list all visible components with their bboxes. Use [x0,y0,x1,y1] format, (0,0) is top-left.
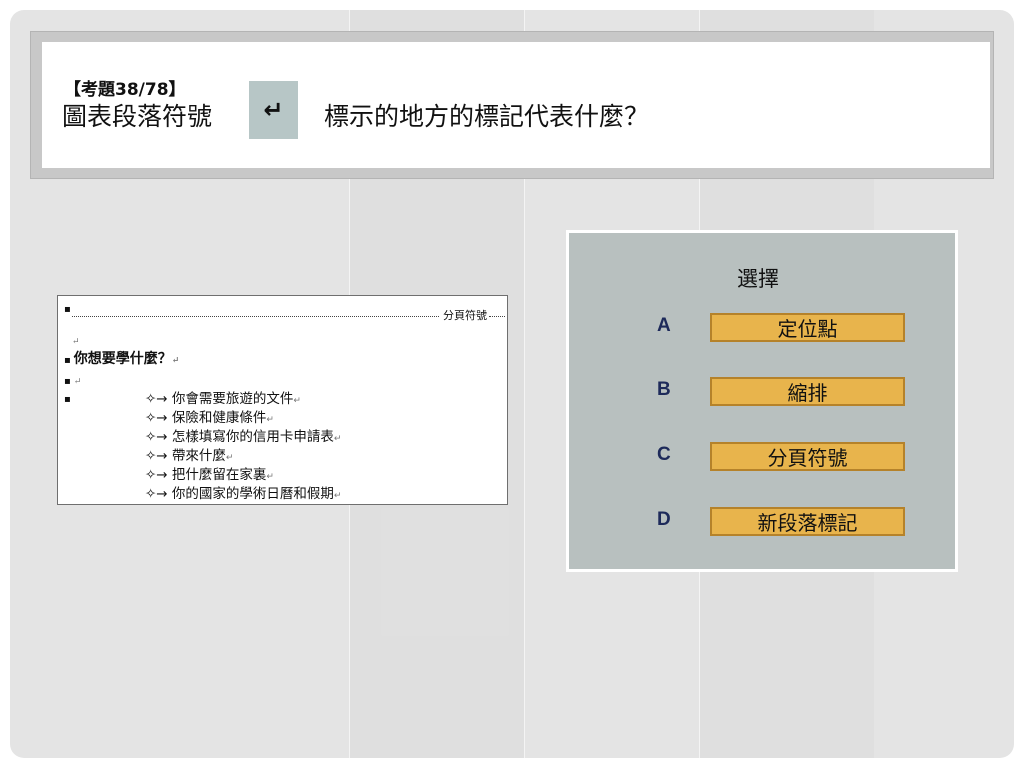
page-break-line: ▪ 分頁符號 [64,304,505,322]
answer-panel-title: 選擇 [737,267,779,291]
list-item-text: 你會需要旅遊的文件 [171,391,294,407]
paragraph-mark-icon: ↵ [171,356,180,366]
diamond-arrow-bullet-icon: ✧→ [145,410,168,426]
option-a-letter: A [657,315,671,336]
slide: 【考題38/78】 圖表段落符號 ↵ 標示的地方的標記代表什麼？ ▪ 分頁符號 … [10,10,1014,758]
paragraph-mark-icon: ↵ [266,415,274,425]
list-item: ✧→ 帶來什麼↵ [145,444,233,464]
paragraph-mark-icon: ↵ [72,337,80,347]
paragraph-mark-icon: ↵ [266,472,274,482]
page-break-dots-end [489,316,505,317]
question-text-part2: 標示的地方的標記代表什麼？ [324,102,650,131]
diamond-arrow-bullet-icon: ✧→ [145,486,168,502]
option-b-letter: B [657,379,671,400]
list-item: ✧→ 你會需要旅遊的文件↵ [145,387,301,407]
empty-paragraph: ▪ ↵ [64,369,81,388]
square-bullet-icon: ▪ [64,394,71,405]
document-preview: ▪ 分頁符號 ↵ ▪ 你想要學什麼？↵ ▪ ↵ ▪ ✧→ 你會需要旅遊的文件↵ ✧→… [57,295,508,505]
paragraph-mark-icon: ↵ [225,453,234,463]
paragraph-mark-icon: ↵ [333,491,342,501]
page-break-dots [72,316,439,317]
question-text-part1: 圖表段落符號 [62,102,213,131]
paragraph-mark-icon: ↵ [293,396,301,406]
document-heading-line: ▪ 你想要學什麼？↵ [64,348,179,368]
list-item-text: 保險和健康條件 [171,410,267,426]
paragraph-mark-icon: ↵ [249,81,298,139]
list-item-text: 帶來什麼 [171,448,226,464]
diamond-arrow-bullet-icon: ✧→ [145,391,168,407]
option-d-button[interactable]: 新段落標記 [710,507,905,536]
list-item: ✧→ 保險和健康條件↵ [145,406,274,426]
document-heading: 你想要學什麼？ [73,351,172,367]
list-item: ✧→ 你的國家的學術日曆和假期↵ [145,482,341,502]
square-bullet-icon: ▪ [64,376,71,387]
option-c-letter: C [657,444,671,465]
square-bullet-icon: ▪ [64,304,71,315]
list-start-marker: ▪ [64,387,74,406]
list-item: ✧→ 把什麼留在家裏↵ [145,463,274,483]
option-a-button[interactable]: 定位點 [710,313,905,342]
answer-panel: 選擇 A 定位點 B 縮排 C 分頁符號 D 新段落標記 [566,230,958,572]
diamond-arrow-bullet-icon: ✧→ [145,448,168,464]
list-item-text: 怎樣填寫你的信用卡申請表 [171,429,334,445]
option-d-letter: D [657,509,671,530]
diamond-arrow-bullet-icon: ✧→ [145,467,168,483]
option-b-button[interactable]: 縮排 [710,377,905,406]
empty-paragraph: ↵ [72,329,80,348]
list-item-text: 你的國家的學術日曆和假期 [171,486,334,502]
list-item: ✧→ 怎樣填寫你的信用卡申請表↵ [145,425,341,445]
paragraph-mark-icon: ↵ [73,377,82,387]
diamond-arrow-bullet-icon: ✧→ [145,429,168,445]
question-header: 【考題38/78】 圖表段落符號 ↵ 標示的地方的標記代表什麼？ [42,42,990,168]
square-bullet-icon: ▪ [64,355,71,366]
page-break-label: 分頁符號 [443,309,487,322]
paragraph-mark-icon: ↵ [333,434,342,444]
option-c-button[interactable]: 分頁符號 [710,442,905,471]
list-item-text: 把什麼留在家裏 [171,467,267,483]
